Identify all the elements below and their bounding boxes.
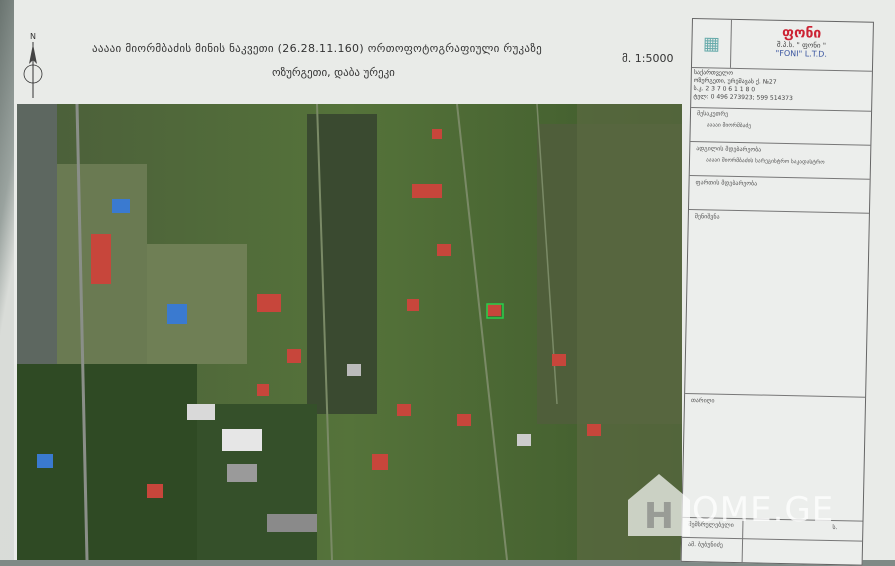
company-logo-icon: ▦ [691, 19, 732, 68]
company-header: ფონი შ.პ.ს. " ფონი " "FONI" L.T.D. [732, 22, 871, 73]
svg-text:H: H [644, 496, 674, 537]
north-arrow-icon: N [23, 32, 43, 98]
house-icon: H [628, 474, 690, 537]
area-field-label: ფართის მდებარეობა [695, 179, 758, 188]
company-latin: "FONI" L.T.D. [775, 48, 828, 59]
owner-value: ააააი მიორმბაძე [706, 122, 752, 130]
document-title: ააააი მიორმბაძის მინის ნაკვეთი (26.28.11… [92, 42, 543, 55]
address-field-label: ადგილის მდებარეობა [696, 145, 762, 154]
foot-row2-label: ამ. ბუბუნიძე [687, 541, 723, 549]
notes-field-label: შენიშვნა [694, 213, 720, 221]
document-subtitle: ოზურგეთი, დაბა ურეკი [272, 66, 395, 79]
watermark: H OME.GE [624, 470, 895, 540]
svg-text:N: N [30, 32, 36, 41]
date-field-label: თარიღი [690, 397, 715, 405]
map-scale: მ. 1:5000 [622, 52, 674, 65]
owner-label: მესაკუთრე [696, 110, 729, 118]
company-info: საქართველო ოზურგეთი, ურეშავას ქ. №27 ს.კ… [693, 69, 870, 105]
watermark-text: OME.GE [692, 490, 835, 530]
address-field-value: ააააი მიორმბაძის სარეგისტრო საკადასტრო [705, 157, 825, 166]
orthophoto-map [17, 104, 682, 560]
